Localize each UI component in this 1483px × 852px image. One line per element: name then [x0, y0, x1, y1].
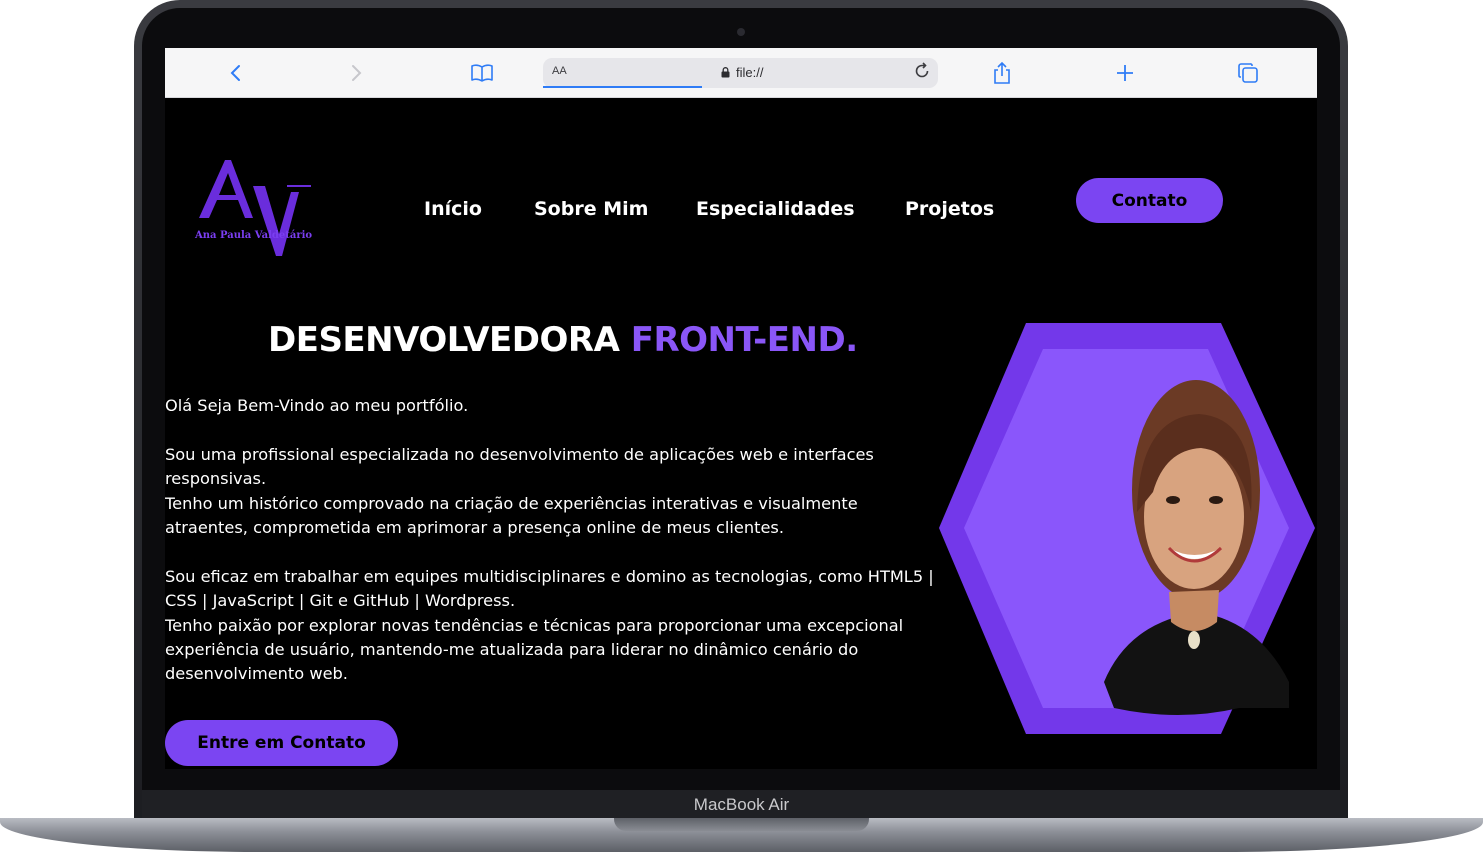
device-label: MacBook Air [693, 795, 790, 814]
forward-icon[interactable] [345, 58, 369, 88]
back-icon[interactable] [223, 58, 247, 88]
intro-paragraph: Sou uma profissional especializada no de… [165, 444, 874, 489]
nav-sobre-mim[interactable]: Sobre Mim [534, 198, 648, 220]
intro-paragraph: Tenho paixão por explorar novas tendênci… [165, 615, 904, 684]
screen: AA file:// Ana Paula Valdetário Início S… [165, 48, 1317, 769]
new-tab-icon[interactable] [1110, 58, 1140, 88]
intro-greeting: Olá Seja Bem-Vindo ao meu portfólio. [165, 396, 469, 415]
intro-paragraph: Sou eficaz em trabalhar em equipes multi… [165, 566, 934, 611]
lock-icon [721, 67, 730, 78]
address-bar[interactable]: AA file:// [543, 58, 938, 88]
laptop-mockup: MacBook Air AA file:// Ana Paula Valdetá… [0, 0, 1483, 852]
nav-inicio[interactable]: Início [424, 198, 482, 220]
browser-toolbar: AA file:// [165, 48, 1317, 98]
bookmarks-icon[interactable] [467, 58, 497, 88]
portfolio-page: Ana Paula Valdetário Início Sobre Mim Es… [165, 98, 1317, 769]
reader-aa-button[interactable]: AA [552, 65, 567, 77]
logo-name: Ana Paula Valdetário [195, 230, 313, 241]
nav-projetos[interactable]: Projetos [905, 198, 994, 220]
address-progress [543, 86, 702, 88]
contact-button[interactable]: Contato [1076, 178, 1223, 223]
logo-monogram [199, 160, 311, 256]
cta-contact-button[interactable]: Entre em Contato [165, 720, 398, 766]
headline-white: DESENVOLVEDORA [268, 320, 631, 360]
tabs-icon[interactable] [1233, 58, 1263, 88]
laptop-notch [614, 818, 869, 831]
profile-photo-hexagon [939, 322, 1317, 735]
site-logo[interactable]: Ana Paula Valdetário [195, 156, 313, 258]
hero-headline: DESENVOLVEDORA FRONT-END. [268, 320, 858, 360]
nav-especialidades[interactable]: Especialidades [696, 198, 855, 220]
intro-paragraph: Tenho um histórico comprovado na criação… [165, 493, 858, 538]
reload-icon[interactable] [913, 62, 931, 85]
share-icon[interactable] [987, 58, 1017, 88]
camera-icon [737, 28, 745, 36]
intro-text: Olá Seja Bem-Vindo ao meu portfólio. Sou… [165, 394, 945, 687]
headline-accent: FRONT-END. [630, 320, 858, 360]
url-text: file:// [736, 65, 764, 80]
